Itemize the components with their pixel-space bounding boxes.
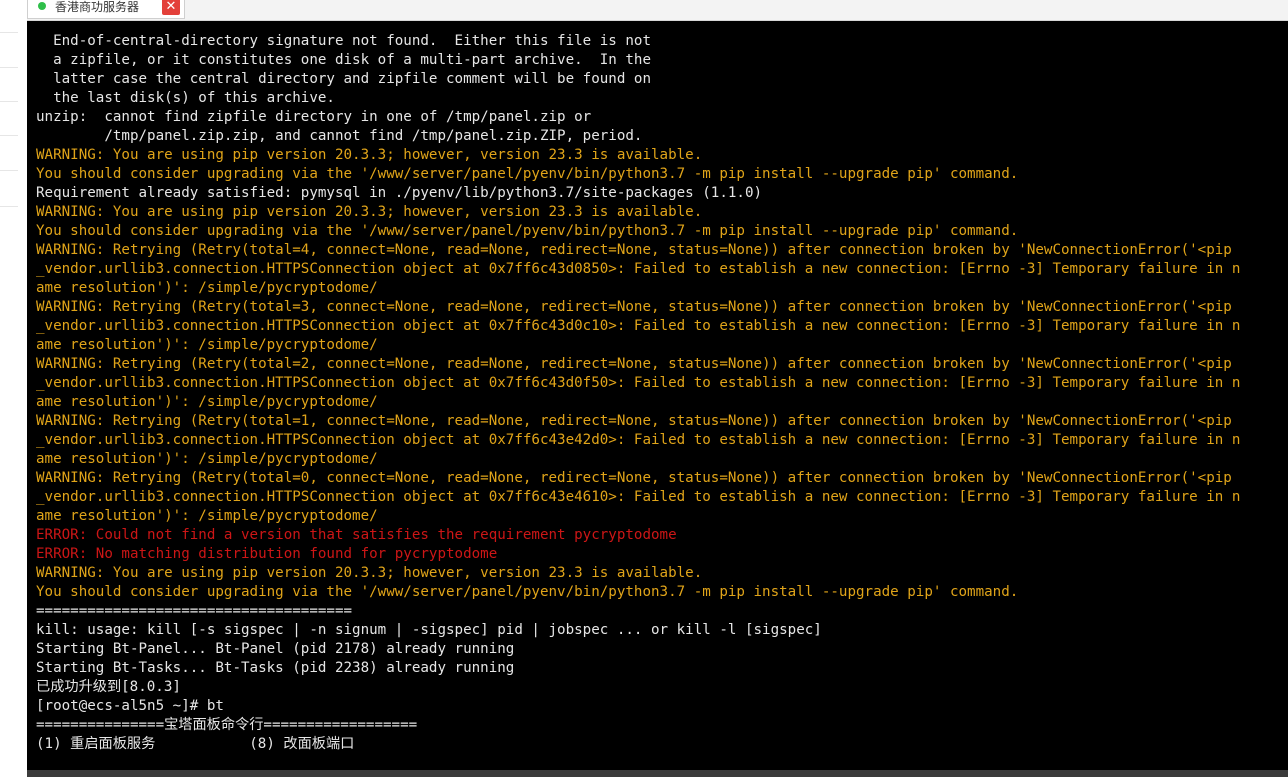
terminal-tab-active[interactable]: 香港商功服务器 ✕ [27,0,185,19]
terminal-line-warning: You should consider upgrading via the '/… [36,223,1019,239]
terminal-line-normal: (1) 重启面板服务 (8) 改面板端口 [36,736,355,752]
terminal-line-warning: _vendor.urllib3.connection.HTTPSConnecti… [36,489,1241,505]
terminal-line-normal: a zipfile, or it constitutes one disk of… [36,52,651,68]
terminal-line-warning: You should consider upgrading via the '/… [36,166,1019,182]
terminal-line-warning: You should consider upgrading via the '/… [36,584,1019,600]
left-sidebar-strip [0,0,28,777]
terminal-line-error: ERROR: Could not find a version that sat… [36,527,677,543]
terminal-line-warning: WARNING: Retrying (Retry(total=3, connec… [36,299,1232,315]
terminal-tab-bar: 香港商功服务器 ✕ [27,0,1288,21]
terminal-line-warning: _vendor.urllib3.connection.HTTPSConnecti… [36,318,1241,334]
terminal-line-normal: ===============宝塔面板命令行================== [36,717,418,733]
terminal-line-warning: ame resolution')': /simple/pycryptodome/ [36,451,378,467]
terminal-line-warning: _vendor.urllib3.connection.HTTPSConnecti… [36,375,1241,391]
sidebar-divider [0,206,18,207]
close-icon[interactable]: ✕ [162,0,180,15]
terminal-line-normal: Requirement already satisfied: pymysql i… [36,185,763,201]
terminal-line-warning: WARNING: Retrying (Retry(total=0, connec… [36,470,1232,486]
terminal-line-normal: Starting Bt-Panel... Bt-Panel (pid 2178)… [36,641,515,657]
terminal-line-normal: End-of-central-directory signature not f… [36,33,651,49]
sidebar-divider [0,101,18,102]
terminal-line-warning: _vendor.urllib3.connection.HTTPSConnecti… [36,261,1241,277]
terminal-line-normal: Starting Bt-Tasks... Bt-Tasks (pid 2238)… [36,660,515,676]
sidebar-divider [0,170,18,171]
sidebar-divider [0,32,18,33]
terminal-line-error: ERROR: No matching distribution found fo… [36,546,498,562]
terminal-screen: End-of-central-directory signature not f… [36,32,1288,754]
terminal-line-warning: ame resolution')': /simple/pycryptodome/ [36,337,378,353]
terminal-line-warning: ame resolution')': /simple/pycryptodome/ [36,508,378,524]
terminal-line-warning: WARNING: Retrying (Retry(total=4, connec… [36,242,1232,258]
terminal-line-warning: WARNING: You are using pip version 20.3.… [36,147,703,163]
terminal-output-area[interactable]: End-of-central-directory signature not f… [27,21,1288,770]
terminal-line-warning: _vendor.urllib3.connection.HTTPSConnecti… [36,432,1241,448]
terminal-line-warning: WARNING: You are using pip version 20.3.… [36,204,703,220]
tab-title: 香港商功服务器 [55,0,140,14]
terminal-line-normal: the last disk(s) of this archive. [36,90,335,106]
terminal-line-normal: [root@ecs-al5n5 ~]# bt [36,698,224,714]
terminal-line-warning: WARNING: Retrying (Retry(total=1, connec… [36,413,1232,429]
terminal-line-warning: ame resolution')': /simple/pycryptodome/ [36,394,378,410]
terminal-line-normal: unzip: cannot find zipfile directory in … [36,109,592,125]
bottom-status-bar [27,770,1288,777]
sidebar-divider [0,67,18,68]
sidebar-divider [0,135,18,136]
terminal-line-normal: /tmp/panel.zip.zip, and cannot find /tmp… [36,128,643,144]
connection-status-icon [38,2,46,10]
terminal-line-normal: ===================================== [36,603,353,619]
terminal-line-normal: 已成功升级到[8.0.3] [36,679,181,695]
terminal-line-warning: ame resolution')': /simple/pycryptodome/ [36,280,378,296]
terminal-line-warning: WARNING: You are using pip version 20.3.… [36,565,703,581]
terminal-line-normal: kill: usage: kill [-s sigspec | -n signu… [36,622,822,638]
terminal-line-normal: latter case the central directory and zi… [36,71,651,87]
terminal-line-warning: WARNING: Retrying (Retry(total=2, connec… [36,356,1232,372]
